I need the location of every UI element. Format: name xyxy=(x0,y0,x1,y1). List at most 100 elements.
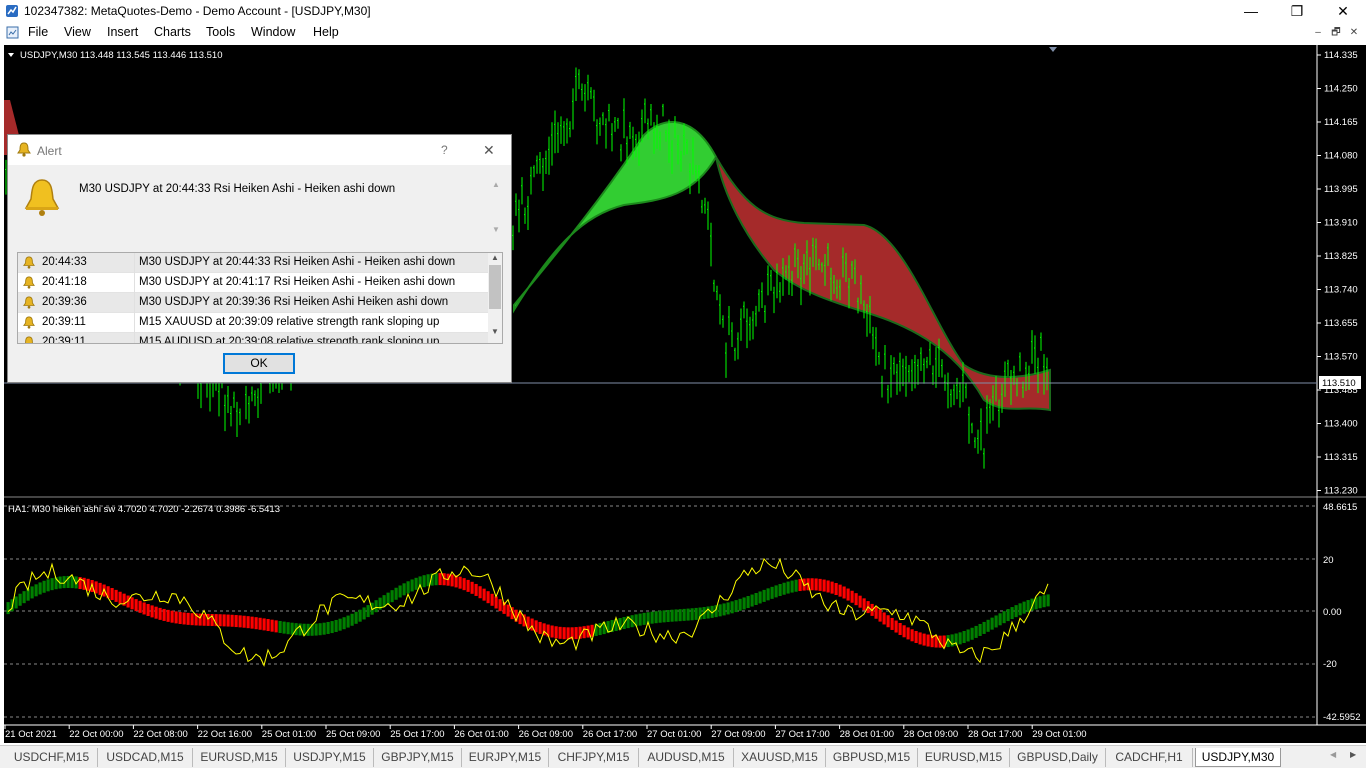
heiken-ashi-block xyxy=(438,573,442,586)
tab-eurusd-m15-2[interactable]: EURUSD,M15 xyxy=(918,748,1010,767)
tabs-scroll-right-icon[interactable]: ▶ xyxy=(1350,750,1356,759)
heiken-ashi-block xyxy=(766,588,770,601)
heiken-ashi-block xyxy=(42,580,46,593)
minimize-button[interactable]: — xyxy=(1228,0,1274,23)
heiken-ashi-block xyxy=(434,573,438,586)
time-label: 25 Oct 17:00 xyxy=(390,729,444,740)
heiken-ashi-block xyxy=(982,621,986,634)
scroll-up-icon[interactable]: ▲ xyxy=(488,253,502,262)
scroll-thumb[interactable] xyxy=(489,265,501,309)
heiken-ashi-block xyxy=(162,608,166,621)
heiken-ashi-block xyxy=(458,576,462,589)
heiken-ashi-block xyxy=(658,610,662,623)
list-item[interactable]: 20:39:36 M30 USDJPY at 20:39:36 Rsi Heik… xyxy=(18,293,488,313)
time-axis: 21 Oct 2021 22 Oct 00:00 22 Oct 08:00 22 Oc… xyxy=(4,725,1087,740)
tab-gbpusd-m15[interactable]: GBPUSD,M15 xyxy=(826,748,918,767)
mdi-minimize-button[interactable]: – xyxy=(1310,26,1326,40)
alert-text: M30 USDJPY at 20:44:33 Rsi Heiken Ashi -… xyxy=(139,256,456,268)
tab-usdcad-m15[interactable]: USDCAD,M15 xyxy=(98,748,193,767)
menu-insert[interactable]: Insert xyxy=(107,25,138,39)
heiken-ashi-block xyxy=(278,620,282,633)
scroll-down-icon[interactable]: ▼ xyxy=(488,327,502,336)
heiken-ashi-block xyxy=(158,607,162,620)
menu-view[interactable]: View xyxy=(64,25,91,39)
heiken-ashi-block xyxy=(598,623,602,636)
price-label: 113.910 xyxy=(1324,218,1358,229)
indicator-layer xyxy=(4,505,1317,718)
heiken-ashi-block xyxy=(266,619,270,632)
menu-tools[interactable]: Tools xyxy=(206,25,235,39)
heiken-ashi-block xyxy=(830,581,834,594)
list-item[interactable]: 20:39:11 M15 XAUUSD at 20:39:09 relative… xyxy=(18,313,488,333)
list-item[interactable]: 20:41:18 M30 USDJPY at 20:41:17 Rsi Heik… xyxy=(18,273,488,293)
list-scrollbar[interactable]: ▲ ▼ xyxy=(488,253,502,343)
scroll-up-icon[interactable]: ▲ xyxy=(489,180,503,189)
heiken-ashi-block xyxy=(94,581,98,594)
heiken-ashi-block xyxy=(6,602,10,615)
document-icon[interactable] xyxy=(5,25,20,40)
heiken-ashi-block xyxy=(654,611,658,624)
alert-history-list[interactable]: 20:44:33 M30 USDJPY at 20:44:33 Rsi Heik… xyxy=(17,252,503,344)
tab-usdchf-m15[interactable]: USDCHF,M15 xyxy=(6,748,98,767)
tab-eurusd-m15[interactable]: EURUSD,M15 xyxy=(193,748,286,767)
alert-time: 20:41:18 xyxy=(42,276,87,288)
heiken-ashi-block xyxy=(786,581,790,594)
heiken-ashi-block xyxy=(450,574,454,587)
heiken-ashi-block xyxy=(234,615,238,628)
heiken-ashi-block xyxy=(810,578,814,591)
heiken-ashi-block xyxy=(1046,594,1050,607)
alert-message: M30 USDJPY at 20:44:33 Rsi Heiken Ashi -… xyxy=(79,183,396,195)
tab-cadchf-h1[interactable]: CADCHF,H1 xyxy=(1106,748,1193,767)
scroll-down-icon[interactable]: ▼ xyxy=(489,225,503,234)
heiken-ashi-block xyxy=(426,574,430,587)
heiken-ashi-block xyxy=(406,581,410,594)
tab-eurjpy-m15[interactable]: EURJPY,M15 xyxy=(462,748,549,767)
maximize-button[interactable]: ❐ xyxy=(1274,0,1320,23)
time-label: 26 Oct 01:00 xyxy=(454,729,508,740)
heiken-ashi-block xyxy=(678,609,682,622)
close-button[interactable]: ✕ xyxy=(1320,0,1366,23)
ok-button[interactable]: OK xyxy=(223,353,295,374)
heiken-ashi-block xyxy=(726,602,730,615)
alert-text: M30 USDJPY at 20:39:36 Rsi Heiken Ashi H… xyxy=(139,296,449,308)
menu-help[interactable]: Help xyxy=(313,25,339,39)
indicator-label: -42.5952 xyxy=(1323,712,1361,723)
tab-gbpusd-daily[interactable]: GBPUSD,Daily xyxy=(1010,748,1106,767)
alert-close-button[interactable]: ✕ xyxy=(483,142,495,159)
mdi-close-button[interactable]: ✕ xyxy=(1346,26,1362,40)
tab-xauusd-m15[interactable]: XAUUSD,M15 xyxy=(734,748,826,767)
heiken-ashi-block xyxy=(986,619,990,632)
heiken-ashi-block xyxy=(386,592,390,605)
price-label: 114.335 xyxy=(1324,50,1358,61)
tab-audusd-m15[interactable]: AUDUSD,M15 xyxy=(639,748,734,767)
menu-window[interactable]: Window xyxy=(251,25,295,39)
tab-gbpjpy-m15[interactable]: GBPJPY,M15 xyxy=(374,748,462,767)
tab-usdjpy-m15[interactable]: USDJPY,M15 xyxy=(286,748,374,767)
alert-time: 20:39:11 xyxy=(42,336,86,344)
menu-charts[interactable]: Charts xyxy=(154,25,191,39)
tab-chfjpy-m15[interactable]: CHFJPY,M15 xyxy=(549,748,639,767)
heiken-ashi-block xyxy=(926,634,930,647)
help-button[interactable]: ? xyxy=(441,143,448,157)
heiken-ashi-block xyxy=(958,632,962,645)
heiken-ashi-block xyxy=(274,620,278,633)
list-item[interactable]: 20:39:11 M15 AUDUSD at 20:39:08 relative… xyxy=(18,333,488,344)
heiken-ashi-block xyxy=(910,629,914,642)
mdi-restore-button[interactable]: 🗗 xyxy=(1328,26,1344,40)
price-label: 114.250 xyxy=(1324,84,1358,95)
list-item[interactable]: 20:44:33 M30 USDJPY at 20:44:33 Rsi Heik… xyxy=(18,253,488,273)
time-label: 25 Oct 01:00 xyxy=(262,729,316,740)
menu-file[interactable]: File xyxy=(28,25,48,39)
indicator-label: 0.00 xyxy=(1323,607,1342,618)
heiken-ashi-block xyxy=(962,630,966,643)
heiken-ashi-block xyxy=(818,578,822,591)
time-label: 22 Oct 00:00 xyxy=(69,729,123,740)
message-scrollbar[interactable]: ▲ ▼ xyxy=(489,180,503,240)
price-label: 113.825 xyxy=(1324,251,1358,262)
price-label: 113.230 xyxy=(1324,486,1358,497)
heiken-ashi-block xyxy=(38,582,42,595)
tab-usdjpy-m30[interactable]: USDJPY,M30 xyxy=(1195,748,1281,767)
heiken-ashi-block xyxy=(550,625,554,638)
tabs-scroll-left-icon[interactable]: ◀ xyxy=(1330,750,1336,759)
heiken-ashi-block xyxy=(642,612,646,625)
